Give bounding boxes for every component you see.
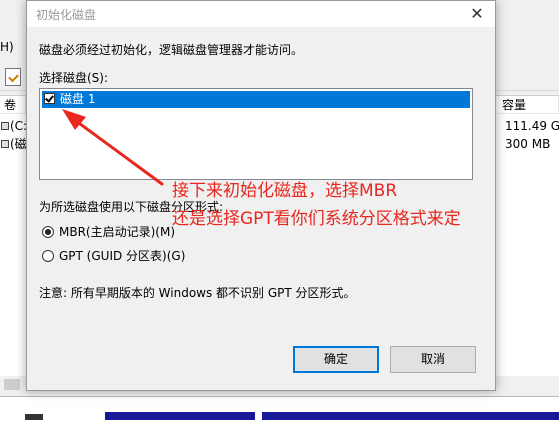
annotation-text-line2: 还是选择GPT看你们系统分区格式来定 [172, 209, 461, 229]
annotation-text-line1: 接下来初始化磁盘，选择MBR [172, 181, 398, 201]
